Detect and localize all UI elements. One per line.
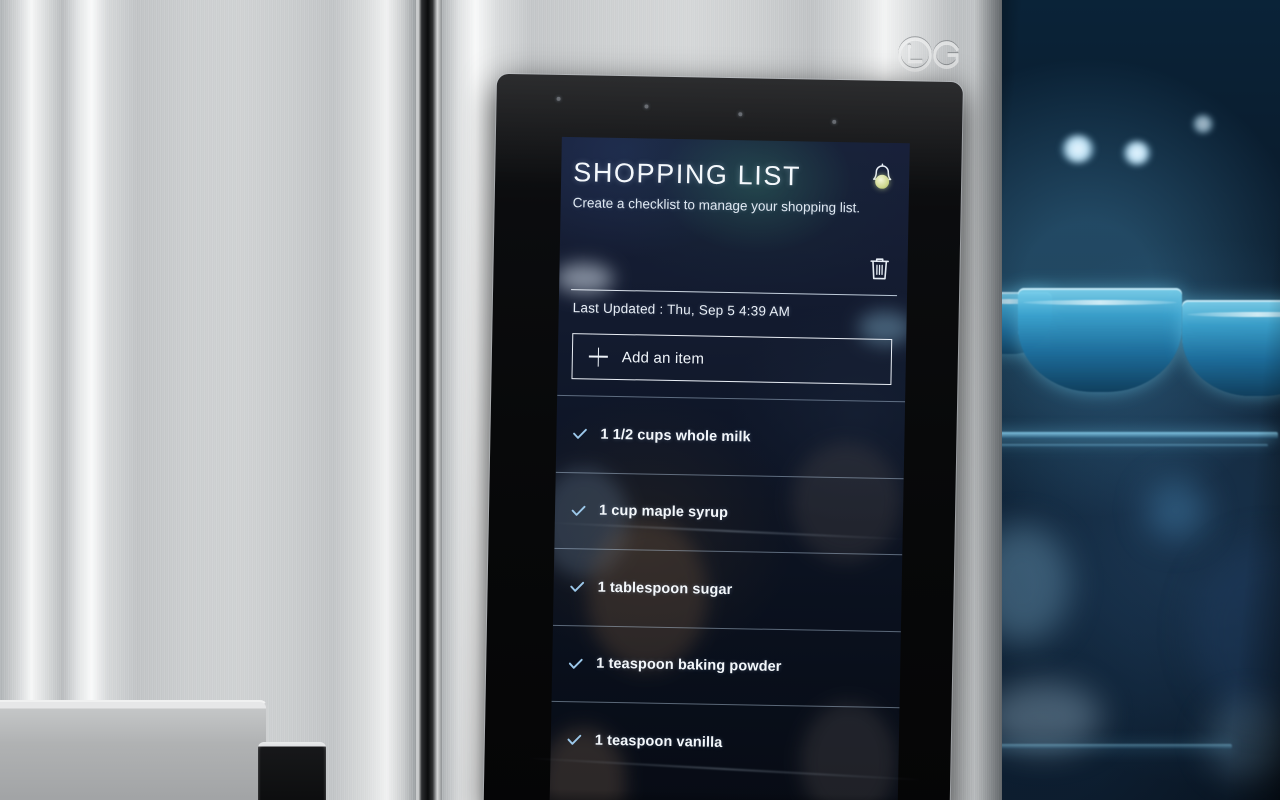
page-title: SHOPPING LIST [572,157,802,192]
bell-icon[interactable] [867,161,898,192]
list-item[interactable]: 1 teaspoon vanilla [550,700,900,784]
background-reflection [1192,540,1280,720]
list-item-label: 1 tablespoon sugar [597,579,733,598]
door-handle-recess [258,742,326,800]
list-item[interactable]: 1 tablespoon sugar [552,547,903,631]
add-item-label: Add an item [621,348,705,368]
add-item-button[interactable]: Add an item [571,333,893,386]
list-item-label: 1 teaspoon vanilla [594,732,723,751]
check-icon[interactable] [568,656,583,671]
background-light-orb [1060,134,1096,164]
trash-icon[interactable] [867,255,892,283]
check-icon[interactable] [567,732,582,747]
background-room [960,0,1280,800]
screenshot-scene: InstaViewThinQ SHOPPING LIST Create a ch… [0,0,1280,800]
check-icon[interactable] [571,503,586,518]
lcd-display[interactable]: SHOPPING LIST Create a checklist to mana… [549,136,910,800]
glass-shelf [982,744,1232,749]
ceramic-bowl [1018,288,1182,392]
fridge-bottom-trim [0,700,268,800]
list-item[interactable]: 1 1/2 cups whole milk [555,394,906,478]
list-item-label: 1 cup maple syrup [598,502,729,522]
ceramic-bowl [1182,300,1280,396]
background-light-orb [1122,140,1152,166]
check-icon[interactable] [572,426,587,441]
last-updated-text: Last Updated : Thu, Sep 5 4:39 AM [572,300,791,320]
header-divider [571,289,898,297]
check-icon[interactable] [570,579,585,594]
door-gap [416,0,442,800]
page-subtitle: Create a checklist to manage your shoppi… [572,195,861,216]
lg-logo [895,36,981,72]
background-reflection [1146,480,1206,540]
background-light-orb [1192,114,1214,134]
glass-shelf [972,432,1278,439]
glass-shelf [978,444,1268,447]
list-item[interactable]: 1 cup maple syrup [554,471,904,555]
touchscreen-panel[interactable]: SHOPPING LIST Create a checklist to mana… [483,73,963,800]
background-reflection [1206,700,1280,780]
list-item-label: 1 teaspoon baking powder [596,655,782,676]
shopping-list[interactable]: 1 1/2 cups whole milk 1 cup maple syrup … [549,394,906,800]
list-item-label: 1 1/2 cups whole milk [600,426,751,446]
fridge-left-door [0,0,416,800]
list-item[interactable]: 1 teaspoon baking powder [551,624,901,708]
plus-icon [589,347,608,366]
